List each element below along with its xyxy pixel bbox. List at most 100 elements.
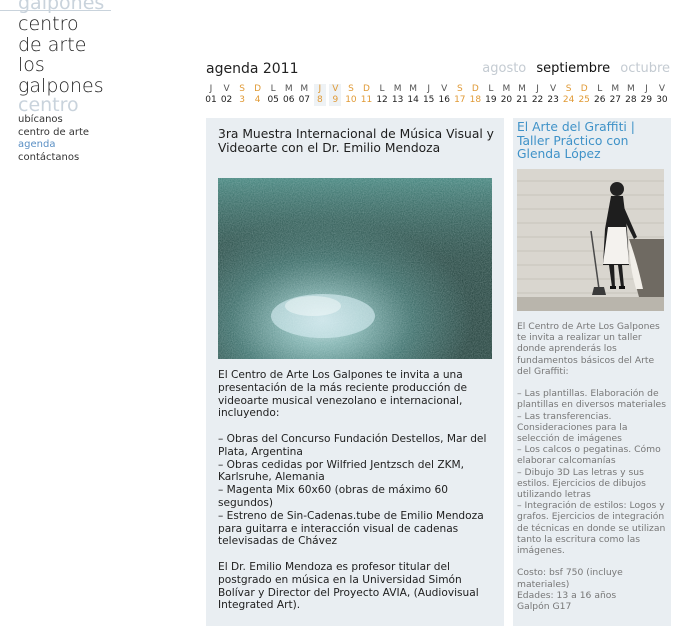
calendar-day[interactable]: S 24 [563,84,575,106]
calendar-day-number: 3 [239,95,245,105]
main-event-image [218,178,492,359]
calendar-day-number: 19 [485,95,497,105]
side-event-image [517,169,664,311]
nav-item-centro-de-arte[interactable]: centro de arte [18,127,89,140]
main-event-description: El Centro de Arte Los Galpones te invita… [218,369,487,612]
calendar-day[interactable]: L 12 [376,84,388,106]
calendar-day[interactable]: M 07 [298,84,310,106]
calendar-day-number: 20 [500,95,513,105]
calendar-day[interactable]: J 29 [640,84,652,106]
calendar-day[interactable]: D 18 [469,84,481,106]
calendar-day-number: 07 [298,95,311,105]
calendar-day[interactable]: L 26 [594,84,606,106]
calendar-weekday: D [254,84,262,94]
side-event-title[interactable]: El Arte del Graffiti | Taller Práctico c… [517,120,669,162]
calendar-weekday: V [550,84,557,94]
calendar-weekday: S [456,84,463,94]
logo-line: galpones [18,74,104,97]
calendar-weekday: J [318,84,322,94]
calendar-day[interactable]: L 19 [485,84,497,106]
main-nav: ubícanos centro de arte agenda contáctan… [18,114,89,164]
calendar-weekday: L [379,84,385,94]
calendar-day[interactable]: V 23 [547,84,559,106]
calendar-day[interactable]: M 27 [609,84,621,106]
calendar-day-number: 27 [609,95,622,105]
calendar-weekday: L [597,84,603,94]
calendar-day[interactable]: L 05 [267,84,279,106]
calendar-weekday: L [270,84,276,94]
main-event-title[interactable]: 3ra Muestra Internacional de Música Visu… [218,127,494,155]
calendar-day[interactable]: M 06 [283,84,295,106]
calendar-day-number: 9 [332,95,339,105]
calendar-day[interactable]: S 10 [345,84,357,106]
calendar-day-number: 06 [283,95,295,105]
calendar-weekday: J [645,84,648,94]
agenda-title: agenda 2011 [206,61,299,77]
calendar-day[interactable]: V9 [329,84,342,106]
calendar-day[interactable]: S3 [236,84,248,106]
calendar-weekday: S [348,84,354,94]
calendar-day[interactable]: J 15 [423,84,435,106]
side-event-card: El Arte del Graffiti | Taller Práctico c… [513,118,671,626]
calendar-day-number: 13 [391,95,404,105]
logo-line: de arte [18,33,87,56]
month-current: septiembre [536,61,611,76]
calendar-day-number: 25 [578,95,590,105]
calendar-weekday: M [300,84,309,94]
calendar-day[interactable]: D 11 [361,84,373,106]
calendar-weekday: M [502,84,511,94]
main-event-card: 3ra Muestra Internacional de Música Visu… [206,118,504,626]
calendar-weekday: M [393,84,402,94]
calendar-day[interactable]: S 17 [454,84,466,106]
calendar-day-number: 22 [531,95,544,105]
calendar-day-number: 15 [422,95,435,105]
calendar-day[interactable]: D4 [252,84,264,106]
calendar-day[interactable]: M 21 [516,84,528,106]
logo-line: centro [18,13,79,35]
calendar-weekday: D [363,84,370,94]
calendar-day[interactable]: M 14 [407,84,419,106]
site-logo[interactable]: centro de arte los galpones [18,14,104,96]
month-prev-link[interactable]: agosto [482,61,526,76]
calendar-day-number: 01 [205,95,217,105]
calendar-day[interactable]: M 20 [500,84,512,106]
calendar-day[interactable]: J 22 [532,84,544,106]
calendar-day-number: 11 [360,95,373,105]
calendar-day-number: 4 [254,95,261,105]
month-next-link[interactable]: octubre [620,61,670,76]
logo-line: los [18,54,45,76]
calendar-weekday: M [611,84,620,94]
calendar-weekday: D [471,84,479,94]
calendar-weekday: J [209,84,213,94]
calendar-day[interactable]: J8 [313,84,326,106]
calendar-day[interactable]: V 30 [656,84,668,106]
nav-item-agenda[interactable]: agenda [18,139,89,152]
calendar-weekday: J [536,84,539,94]
calendar-day-number: 02 [220,95,233,105]
nav-item-contactanos[interactable]: contáctanos [18,152,89,165]
calendar-day[interactable]: V 02 [221,84,233,106]
calendar-day-number: 29 [640,95,653,105]
nav-item-ubicanos[interactable]: ubícanos [18,114,89,127]
calendar-weekday: M [518,84,526,94]
calendar-day-number: 24 [562,95,575,105]
calendar-weekday: V [332,84,339,94]
calendar-weekday: D [580,84,588,94]
calendar-day-number: 8 [316,95,323,105]
calendar-day[interactable]: V 16 [438,84,450,106]
calendar-day-number: 28 [625,95,637,105]
calendar-weekday: M [409,84,418,94]
calendar-day-number: 05 [267,95,279,105]
calendar-day[interactable]: J 01 [205,84,217,106]
calendar-day[interactable]: M 28 [625,84,637,106]
calendar-day-number: 18 [469,95,482,105]
calendar-day[interactable]: D 25 [578,84,590,106]
calendar-day-number: 12 [376,95,388,105]
calendar-weekday: M [626,84,635,94]
logo-ghost-top: galpones [18,0,105,14]
logo-ghost-bottom: centro [18,94,79,116]
calendar-day-number: 14 [407,95,419,105]
calendar-weekday: L [488,84,494,94]
side-event-description: El Centro de Arte Los Galpones te invita… [517,321,666,613]
calendar-day[interactable]: M 13 [392,84,404,106]
